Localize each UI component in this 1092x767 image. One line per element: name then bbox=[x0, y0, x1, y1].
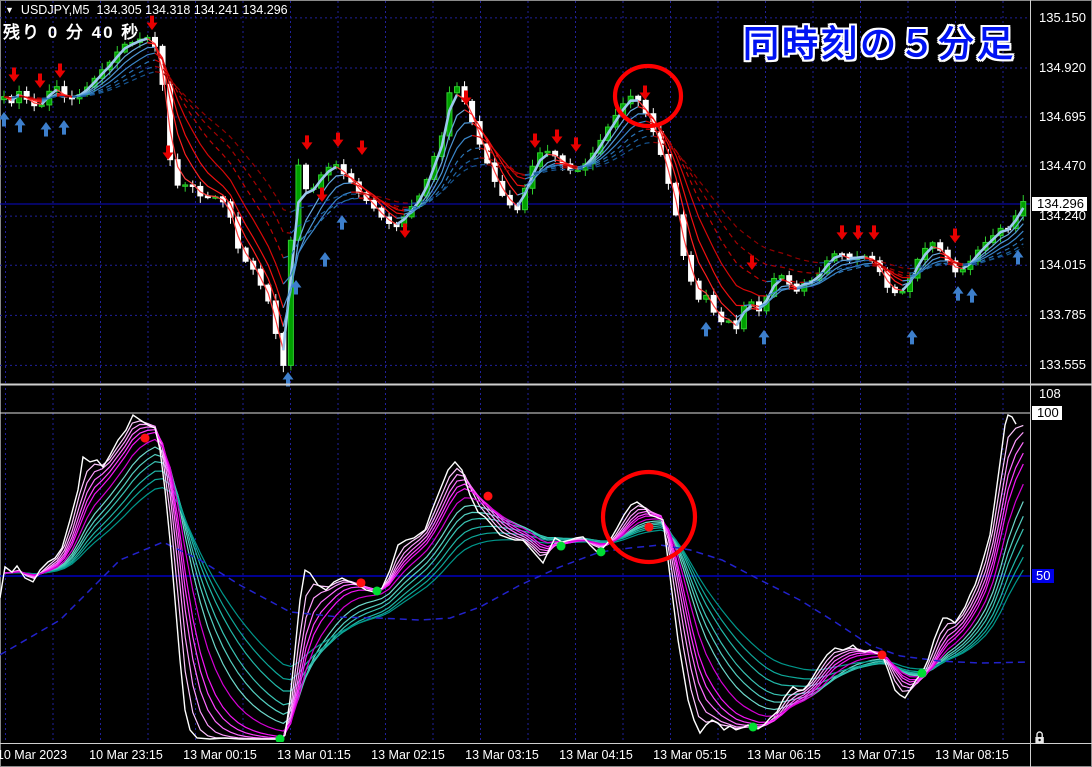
time-tick-label: 13 Mar 06:15 bbox=[747, 748, 821, 762]
time-axis[interactable]: 10 Mar 2023 10 Mar 23:15 13 Mar 00:15 13 Ma… bbox=[0, 744, 1030, 767]
time-tick-label: 13 Mar 01:15 bbox=[277, 748, 351, 762]
indicator-level-label: 50 bbox=[1032, 569, 1055, 583]
sell-arrow-icon bbox=[301, 135, 313, 150]
sell-dot bbox=[356, 578, 366, 588]
buy-arrow-icon bbox=[758, 329, 770, 345]
annotation-text: 同時刻の５分足 bbox=[742, 23, 1016, 64]
price-tick-label: 135.150 bbox=[1039, 9, 1086, 25]
symbol-dropdown-icon[interactable]: ▼ bbox=[5, 5, 14, 15]
time-tick-label: 13 Mar 04:15 bbox=[559, 748, 633, 762]
price-tick-label: 134.470 bbox=[1039, 158, 1086, 174]
ohlc-quote: 134.305 134.318 134.241 134.296 bbox=[96, 3, 288, 17]
mt4-chart-window: ▼ USDJPY,M5 134.305 134.318 134.241 134.… bbox=[0, 0, 1092, 767]
buy-arrow-icon bbox=[14, 117, 26, 133]
indicator-header: STOStd_4TF 42.9367 38.4428 40.6742 36.88… bbox=[0, 384, 1029, 404]
buy-dot bbox=[556, 541, 566, 551]
sell-arrow-icon bbox=[529, 133, 541, 148]
buy-dot bbox=[917, 668, 927, 678]
price-tick-label: 134.920 bbox=[1039, 60, 1086, 75]
buy-arrow-icon bbox=[952, 286, 964, 301]
sell-arrow-icon bbox=[332, 132, 344, 148]
sell-arrow-icon bbox=[570, 137, 582, 152]
slow-signal-line bbox=[0, 541, 1029, 664]
buy-arrow-icon bbox=[40, 122, 52, 137]
sell-arrow-icon bbox=[852, 225, 864, 240]
indicator-level-label: 100 bbox=[1032, 406, 1062, 420]
time-tick-label: 10 Mar 2023 bbox=[0, 748, 68, 762]
price-tick-label: 133.785 bbox=[1039, 307, 1086, 323]
buy-dot bbox=[748, 722, 758, 732]
symbol-ohlc-line: ▼ USDJPY,M5 134.305 134.318 134.241 134.… bbox=[5, 3, 288, 17]
time-tick-label: 13 Mar 08:15 bbox=[935, 748, 1009, 762]
buy-dot bbox=[372, 586, 382, 596]
sell-dot bbox=[140, 433, 150, 443]
price-tick-label: 134.015 bbox=[1039, 257, 1086, 273]
sell-arrow-icon bbox=[868, 225, 880, 240]
price-tick-label: 134.240 bbox=[1039, 208, 1086, 224]
buy-arrow-icon bbox=[966, 288, 978, 303]
buy-dot bbox=[275, 734, 285, 742]
sell-arrow-icon bbox=[54, 63, 66, 79]
time-tick-label: 13 Mar 02:15 bbox=[371, 748, 445, 762]
time-tick-label: 13 Mar 00:15 bbox=[183, 748, 257, 762]
buy-arrow-icon bbox=[1012, 249, 1024, 265]
sell-dot bbox=[877, 650, 887, 660]
buy-arrow-icon bbox=[319, 252, 331, 267]
indicator-level-label: 108 bbox=[1039, 386, 1061, 401]
price-axis[interactable]: 135.150 134.920 134.695 134.470 134.240 134.0… bbox=[1031, 0, 1092, 767]
sell-dot bbox=[644, 522, 654, 532]
sell-arrow-icon bbox=[949, 228, 961, 243]
price-tick-label: 133.555 bbox=[1039, 357, 1086, 373]
time-tick-label: 13 Mar 03:15 bbox=[465, 748, 539, 762]
sell-arrow-icon bbox=[34, 73, 46, 89]
time-tick-label: 13 Mar 05:15 bbox=[653, 748, 727, 762]
time-tick-label: 10 Mar 23:15 bbox=[89, 748, 163, 762]
annotation-circle bbox=[612, 63, 684, 129]
ma-ribbon bbox=[3, 37, 1025, 351]
stochastic-ribbon bbox=[0, 413, 1029, 742]
sell-arrow-icon bbox=[836, 225, 848, 240]
sell-arrow-icon bbox=[356, 140, 368, 155]
candle-countdown-timer: 残り 0 分 40 秒 bbox=[3, 23, 141, 42]
current-price-label: 134.296 bbox=[1032, 196, 1087, 211]
time-tick-label: 13 Mar 07:15 bbox=[841, 748, 915, 762]
sell-dot bbox=[483, 491, 493, 501]
buy-arrow-icon bbox=[700, 321, 712, 337]
buy-dot bbox=[596, 547, 606, 557]
buy-arrow-icon bbox=[0, 112, 10, 127]
price-tick-label: 134.695 bbox=[1039, 109, 1086, 125]
buy-arrow-icon bbox=[58, 120, 70, 135]
symbol-label: USDJPY,M5 bbox=[20, 3, 90, 17]
annotation-circle bbox=[600, 469, 698, 565]
sell-arrow-icon bbox=[551, 129, 563, 145]
sell-arrow-icon bbox=[8, 67, 20, 82]
